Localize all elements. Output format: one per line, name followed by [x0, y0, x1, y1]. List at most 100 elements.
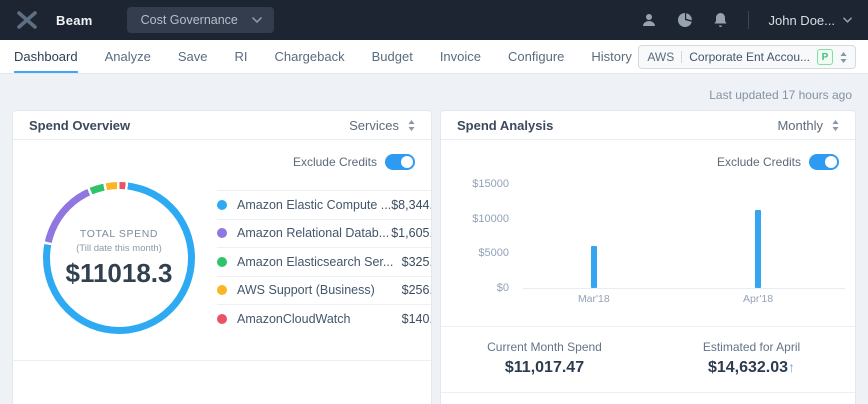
legend-item[interactable]: AWS Support (Business) $256.61 [217, 275, 432, 305]
estimated-spend: Estimated for April $14,632.03↑ [648, 340, 855, 377]
legend-service-amount: $256.61 [401, 283, 432, 298]
spend-overview-card: Spend Overview Services Exclude Credits … [12, 110, 432, 404]
stat-value-text: $14,632.03 [707, 359, 789, 376]
legend-color-dot [217, 313, 227, 324]
bar-plot-area: Mar'18 Apr'18 [523, 182, 845, 305]
tab-chargeback[interactable]: Chargeback [275, 40, 345, 73]
spend-bar[interactable] [590, 246, 597, 288]
card-section-divider [13, 360, 431, 400]
services-filter-dropdown[interactable]: Services [349, 118, 415, 133]
tab-budget[interactable]: Budget [372, 40, 413, 73]
legend-item[interactable]: AmazonCloudWatch $140.79 [217, 304, 432, 333]
x-tick-label: Apr'18 [743, 293, 774, 305]
main-nav: Dashboard Analyze Save RI Chargeback Budget In… [0, 40, 868, 74]
tab-save[interactable]: Save [178, 40, 208, 73]
exclude-credits-toggle[interactable] [809, 154, 839, 170]
monthly-filter-dropdown[interactable]: Monthly [777, 118, 839, 133]
legend-service-name: AWS Support (Business) [237, 283, 375, 298]
user-menu[interactable]: John Doe... [769, 13, 853, 28]
stat-value: $14,632.03↑ [648, 359, 855, 377]
card-title: Spend Overview [29, 117, 131, 133]
account-name: Corporate Ent Accou... [689, 50, 810, 64]
tab-invoice[interactable]: Invoice [440, 40, 481, 73]
topbar-left: Beam Cost Governance [16, 7, 274, 33]
dashboard-cards: Spend Overview Services Exclude Credits … [12, 110, 856, 404]
chevron-down-icon [252, 17, 262, 23]
app-root: Beam Cost Governance John Doe... Dashboa… [0, 0, 868, 404]
tab-dashboard[interactable]: Dashboard [14, 40, 78, 73]
tab-ri[interactable]: RI [235, 40, 248, 73]
stat-value: $11,017.47 [504, 359, 585, 376]
exclude-credits-row: Exclude Credits [441, 140, 855, 170]
trend-up-arrow-icon: ↑ [788, 359, 796, 375]
y-tick-label: $0 [496, 281, 509, 294]
topbar: Beam Cost Governance John Doe... [0, 0, 868, 40]
y-tick-label: $10000 [472, 212, 509, 225]
spend-donut-chart[interactable]: TOTAL SPEND (Till date this month) $1101… [43, 182, 195, 334]
cost-governance-label: Cost Governance [140, 13, 238, 27]
legend-color-dot [217, 256, 227, 267]
total-spend-label: TOTAL SPEND [79, 227, 159, 240]
account-provider: AWS [647, 50, 675, 64]
monthly-filter-label: Monthly [777, 117, 823, 133]
stat-label: Current Month Spend [487, 340, 602, 354]
tab-analyze[interactable]: Analyze [105, 40, 151, 73]
topbar-divider [747, 11, 749, 29]
legend-service-name: Amazon Elastic Compute ... [237, 197, 392, 212]
legend-color-dot [217, 199, 227, 210]
total-spend-sublabel: (Till date this month) [76, 242, 162, 254]
legend-service-amount: $8,344.88 [391, 197, 431, 212]
exclude-credits-label: Exclude Credits [292, 155, 377, 169]
legend-color-dot [217, 285, 227, 296]
toggle-knob [401, 156, 413, 168]
service-legend: Amazon Elastic Compute ...$8,344.88Amazo… [217, 190, 432, 333]
services-filter-label: Services [349, 117, 399, 133]
chevron-down-icon [843, 17, 852, 23]
product-name: Beam [56, 12, 93, 28]
payer-badge: P [817, 49, 833, 65]
spend-bar-chart: $15000 $10000 $5000 $0 Mar'18 Apr'18 [441, 170, 855, 305]
legend-service-name: Amazon Elasticsearch Ser... [237, 254, 394, 269]
legend-service-name: Amazon Relational Datab... [237, 226, 390, 241]
select-arrows-icon [408, 119, 415, 131]
spend-bar[interactable] [755, 210, 762, 288]
spend-stats-row: Current Month Spend $11,017.47 Estimated… [441, 326, 855, 393]
legend-service-name: AmazonCloudWatch [237, 311, 351, 326]
bell-icon[interactable] [713, 12, 728, 28]
select-arrows-icon [832, 119, 839, 131]
y-tick-label: $5000 [478, 247, 509, 260]
user-name: John Doe... [768, 12, 836, 28]
page-content: Last updated 17 hours ago Spend Overview… [0, 88, 868, 404]
donut-center: TOTAL SPEND (Till date this month) $1101… [43, 182, 195, 334]
nav-tabs: Dashboard Analyze Save RI Chargeback Budget In… [14, 40, 632, 73]
account-selector[interactable]: AWS Corporate Ent Accou... P [638, 45, 856, 69]
user-icon[interactable] [641, 12, 657, 28]
pie-chart-icon[interactable] [677, 12, 693, 28]
spend-analysis-header: Spend Analysis Monthly [441, 111, 855, 140]
tab-history[interactable]: History [591, 40, 631, 73]
exclude-credits-label: Exclude Credits [716, 155, 801, 169]
stat-label: Estimated for April [702, 340, 801, 354]
tab-configure[interactable]: Configure [508, 40, 564, 73]
brand-x-logo-icon[interactable] [16, 10, 38, 30]
exclude-credits-row: Exclude Credits [13, 140, 431, 170]
select-arrows-icon [840, 51, 847, 63]
exclude-credits-toggle[interactable] [385, 154, 415, 170]
y-tick-label: $15000 [472, 178, 509, 190]
spend-overview-body: TOTAL SPEND (Till date this month) $1101… [13, 170, 431, 334]
legend-service-amount: $325.83 [401, 254, 432, 269]
y-axis-labels: $15000 $10000 $5000 $0 [463, 178, 509, 294]
x-tick-label: Mar'18 [577, 293, 610, 305]
current-month-spend: Current Month Spend $11,017.47 [441, 340, 648, 377]
legend-service-amount: $1,605.88 [391, 226, 431, 241]
legend-item[interactable]: Amazon Elastic Compute ...$8,344.88 [217, 190, 431, 219]
spend-overview-header: Spend Overview Services [13, 111, 431, 140]
legend-color-dot [217, 228, 227, 239]
last-updated: Last updated 17 hours ago [709, 88, 852, 102]
cost-governance-dropdown[interactable]: Cost Governance [126, 7, 274, 33]
toggle-knob [825, 156, 837, 168]
legend-item[interactable]: Amazon Relational Datab...$1,605.88 [217, 218, 431, 248]
legend-service-amount: $140.79 [401, 311, 432, 326]
card-title: Spend Analysis [457, 117, 554, 133]
legend-item[interactable]: Amazon Elasticsearch Ser... $325.83 [217, 247, 432, 276]
